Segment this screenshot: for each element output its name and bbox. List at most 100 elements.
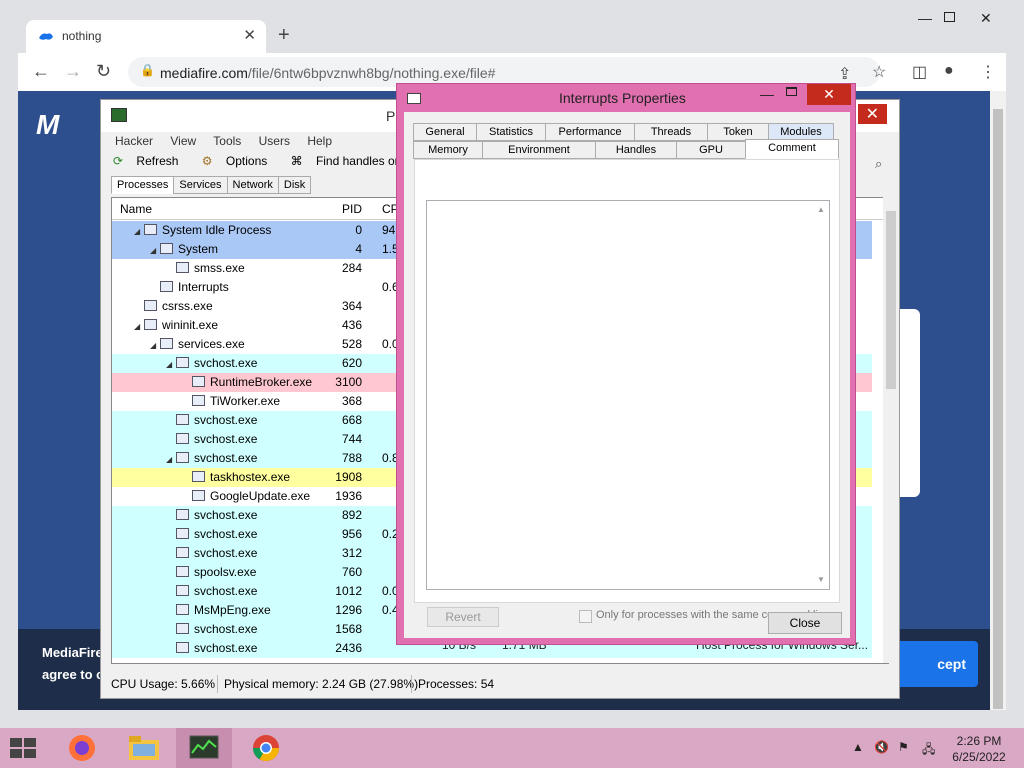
same-command-line-checkbox[interactable] bbox=[579, 610, 592, 623]
process-pid: 1568 bbox=[335, 622, 362, 636]
chrome-taskbar-button[interactable] bbox=[238, 728, 294, 768]
tab-gpu[interactable]: GPU bbox=[676, 141, 746, 159]
network-icon[interactable]: 🖧 bbox=[922, 740, 935, 761]
process-name-cell: taskhostex.exe bbox=[182, 470, 290, 484]
process-icon bbox=[192, 490, 205, 501]
process-name-cell: Interrupts bbox=[150, 280, 229, 294]
reload-icon[interactable]: ↻ bbox=[96, 61, 111, 82]
close-window-icon[interactable]: ✕ bbox=[980, 10, 992, 27]
process-name-cell: svchost.exe bbox=[166, 584, 257, 598]
tab-performance[interactable]: Performance bbox=[545, 123, 635, 141]
expand-triangle-icon[interactable]: ◢ bbox=[150, 246, 160, 255]
dialog-minimize-icon[interactable]: — bbox=[760, 86, 774, 102]
comment-textarea[interactable]: ▲ ▼ bbox=[426, 200, 830, 590]
tab-network[interactable]: Network bbox=[226, 176, 279, 194]
process-hacker-taskbar-button[interactable] bbox=[176, 728, 232, 768]
tab-memory[interactable]: Memory bbox=[413, 141, 483, 159]
menu-tools[interactable]: Tools bbox=[213, 134, 241, 148]
action-center-flag-icon[interactable]: ⚑ bbox=[898, 740, 909, 754]
col-pid[interactable]: PID bbox=[342, 202, 362, 216]
menu-help[interactable]: Help bbox=[307, 134, 332, 148]
browser-tab[interactable]: nothing ✕ bbox=[26, 20, 266, 53]
scroll-down-icon[interactable]: ▼ bbox=[817, 575, 825, 584]
volume-muted-icon[interactable]: 🔇 bbox=[874, 740, 889, 754]
dialog-maximize-icon[interactable] bbox=[786, 87, 797, 96]
search-icon[interactable]: ⌕ bbox=[875, 156, 882, 172]
process-pid: 892 bbox=[341, 508, 362, 522]
scrollbar-thumb[interactable] bbox=[993, 109, 1003, 709]
menu-users[interactable]: Users bbox=[259, 134, 290, 148]
mediafire-logo: M bbox=[36, 109, 59, 141]
minimize-icon[interactable]: — bbox=[918, 10, 932, 26]
tab-environment[interactable]: Environment bbox=[482, 141, 596, 159]
maximize-icon[interactable] bbox=[944, 12, 955, 22]
process-name: svchost.exe bbox=[194, 622, 258, 636]
process-name-cell: TiWorker.exe bbox=[182, 394, 280, 408]
close-button[interactable]: Close bbox=[768, 612, 842, 634]
tab-comment[interactable]: Comment bbox=[745, 139, 839, 159]
revert-button[interactable]: Revert bbox=[427, 607, 499, 627]
clock-time: 2:26 PM bbox=[956, 734, 1002, 748]
process-icon bbox=[176, 528, 189, 539]
process-pid: 668 bbox=[341, 413, 362, 427]
tab-disk[interactable]: Disk bbox=[277, 176, 312, 194]
forward-icon[interactable]: → bbox=[64, 61, 82, 82]
tab-statistics[interactable]: Statistics bbox=[476, 123, 546, 141]
file-explorer-taskbar-button[interactable] bbox=[116, 728, 172, 768]
process-tree-scrollbar[interactable] bbox=[883, 195, 899, 663]
refresh-button[interactable]: ⟳ Refresh bbox=[113, 154, 188, 168]
dialog-close-icon[interactable]: ✕ bbox=[807, 84, 851, 105]
process-name: svchost.exe bbox=[194, 356, 258, 370]
process-name: csrss.exe bbox=[162, 299, 213, 313]
dialog-window-icon bbox=[407, 93, 421, 104]
chrome-icon bbox=[252, 735, 280, 762]
process-name: smss.exe bbox=[194, 261, 245, 275]
process-icon bbox=[176, 604, 189, 615]
expand-triangle-icon[interactable]: ◢ bbox=[134, 322, 144, 331]
process-name-cell: svchost.exe bbox=[166, 622, 257, 636]
expand-triangle-icon[interactable]: ◢ bbox=[134, 227, 144, 236]
side-panel-icon[interactable]: ◫ bbox=[912, 62, 927, 82]
tab-general[interactable]: General bbox=[413, 123, 477, 141]
col-name[interactable]: Name bbox=[120, 202, 152, 216]
scroll-up-icon[interactable]: ▲ bbox=[817, 205, 825, 214]
new-tab-icon[interactable]: + bbox=[278, 24, 290, 47]
expand-triangle-icon[interactable]: ◢ bbox=[166, 360, 176, 369]
menu-hacker[interactable]: Hacker bbox=[115, 134, 153, 148]
process-icon bbox=[160, 243, 173, 254]
bookmark-star-icon[interactable]: ☆ bbox=[872, 62, 886, 82]
page-scrollbar[interactable] bbox=[990, 91, 1006, 710]
process-icon bbox=[176, 623, 189, 634]
tab-processes[interactable]: Processes bbox=[111, 176, 175, 194]
start-button[interactable] bbox=[0, 728, 56, 768]
process-name-cell: svchost.exe bbox=[166, 413, 257, 427]
ph-close-icon[interactable]: ✕ bbox=[857, 104, 887, 124]
process-name: taskhostex.exe bbox=[210, 470, 291, 484]
expand-triangle-icon[interactable]: ◢ bbox=[166, 455, 176, 464]
process-hacker-icon bbox=[111, 108, 127, 122]
comment-panel: ▲ ▼ Revert Only for processes with the s… bbox=[414, 159, 840, 627]
process-icon bbox=[176, 547, 189, 558]
close-tab-icon[interactable]: ✕ bbox=[243, 26, 256, 44]
menu-view[interactable]: View bbox=[170, 134, 196, 148]
back-icon[interactable]: ← bbox=[32, 61, 50, 82]
process-name-cell: svchost.exe bbox=[166, 546, 257, 560]
share-icon[interactable]: ⇪ bbox=[838, 64, 851, 84]
tab-services[interactable]: Services bbox=[173, 176, 228, 194]
tab-threads[interactable]: Threads bbox=[634, 123, 708, 141]
show-hidden-icons-icon[interactable]: ▲ bbox=[852, 740, 864, 754]
options-button[interactable]: ⚙ Options bbox=[202, 154, 277, 168]
properties-dialog: Interrupts Properties — ✕ General Statis… bbox=[396, 83, 856, 645]
menu-kebab-icon[interactable]: ⋮ bbox=[980, 62, 996, 82]
process-name-cell: svchost.exe bbox=[166, 432, 257, 446]
taskbar-clock[interactable]: 2:26 PM 6/25/2022 bbox=[944, 733, 1014, 765]
tab-handles[interactable]: Handles bbox=[595, 141, 677, 159]
process-pid: 284 bbox=[341, 261, 362, 275]
tree-scroll-thumb[interactable] bbox=[886, 211, 896, 389]
process-name: services.exe bbox=[178, 337, 245, 351]
expand-triangle-icon[interactable]: ◢ bbox=[150, 341, 160, 350]
textarea-scrollbar[interactable]: ▲ ▼ bbox=[815, 201, 829, 589]
folder-icon bbox=[129, 736, 159, 760]
firefox-taskbar-button[interactable] bbox=[54, 728, 110, 768]
profile-avatar-icon[interactable]: ● bbox=[944, 62, 954, 80]
